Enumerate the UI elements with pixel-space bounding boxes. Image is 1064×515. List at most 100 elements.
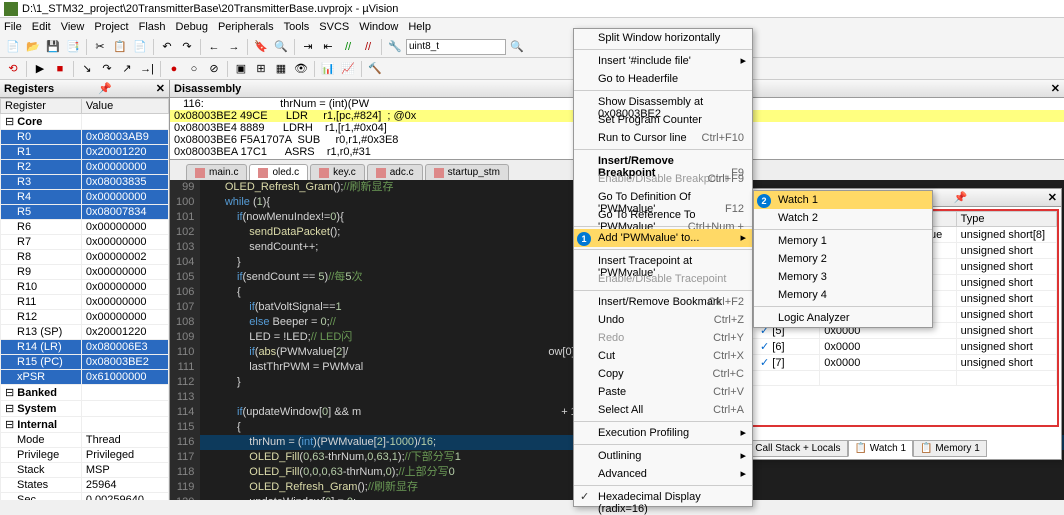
menu-item[interactable]: UndoCtrl+Z: [574, 311, 752, 329]
tab-adc-c[interactable]: adc.c: [367, 164, 423, 180]
registers-icon[interactable]: ⊞: [252, 60, 270, 78]
breakpoint-icon[interactable]: ●: [165, 60, 183, 78]
reg-name[interactable]: R3: [1, 175, 82, 190]
reg-name[interactable]: R13 (SP): [1, 325, 82, 340]
reg-name[interactable]: R1: [1, 145, 82, 160]
menu-project[interactable]: Project: [94, 21, 128, 33]
run-icon[interactable]: ▶: [31, 60, 49, 78]
paste-icon[interactable]: 📄: [131, 38, 149, 56]
nav-fwd-icon[interactable]: →: [225, 38, 243, 56]
pin-icon[interactable]: 📌: [98, 82, 112, 95]
menu-item[interactable]: Execution Profiling▸: [574, 424, 752, 442]
menu-flash[interactable]: Flash: [139, 21, 166, 33]
menu-debug[interactable]: Debug: [176, 21, 208, 33]
reg-name[interactable]: R8: [1, 250, 82, 265]
reg-name[interactable]: R4: [1, 190, 82, 205]
menu-item[interactable]: ✓Hexadecimal Display (radix=16): [574, 488, 752, 506]
reg-name[interactable]: R2: [1, 160, 82, 175]
run-to-cursor-icon[interactable]: →|: [138, 60, 156, 78]
reg-name[interactable]: R0: [1, 130, 82, 145]
menu-item[interactable]: Split Window horizontally: [574, 29, 752, 47]
menu-svcs[interactable]: SVCS: [319, 21, 349, 33]
step-over-icon[interactable]: ↷: [98, 60, 116, 78]
step-out-icon[interactable]: ↗: [118, 60, 136, 78]
window-icon[interactable]: ▣: [232, 60, 250, 78]
menu-item[interactable]: Insert/Remove BookmarkCtrl+F2: [574, 293, 752, 311]
menu-item[interactable]: PasteCtrl+V: [574, 383, 752, 401]
menu-item[interactable]: Insert '#include file'▸: [574, 52, 752, 70]
reg-name[interactable]: Mode: [1, 433, 82, 448]
copy-icon[interactable]: 📋: [111, 38, 129, 56]
redo-icon[interactable]: ↷: [178, 38, 196, 56]
menu-item[interactable]: RedoCtrl+Y: [574, 329, 752, 347]
menu-item[interactable]: Select AllCtrl+A: [574, 401, 752, 419]
menu-item[interactable]: Outlining▸: [574, 447, 752, 465]
debug-config-icon[interactable]: 🔧: [386, 38, 404, 56]
memory-icon[interactable]: ▦: [272, 60, 290, 78]
reg-name[interactable]: Privilege: [1, 448, 82, 463]
pin-icon[interactable]: 📌: [954, 191, 968, 204]
reg-name[interactable]: R6: [1, 220, 82, 235]
menu-item[interactable]: Run to Cursor lineCtrl+F10: [574, 129, 752, 147]
trace-icon[interactable]: 📈: [339, 60, 357, 78]
bookmark-icon[interactable]: 🔖: [252, 38, 270, 56]
menu-edit[interactable]: Edit: [32, 21, 51, 33]
menu-item[interactable]: Memory 2: [754, 250, 932, 268]
menu-item[interactable]: Go to Headerfile: [574, 70, 752, 88]
watch-icon[interactable]: 👁: [292, 60, 310, 78]
menu-item[interactable]: Memory 4: [754, 286, 932, 304]
save-all-icon[interactable]: 📑: [64, 38, 82, 56]
menu-item[interactable]: Memory 3: [754, 268, 932, 286]
reg-name[interactable]: R5: [1, 205, 82, 220]
reg-name[interactable]: R7: [1, 235, 82, 250]
reg-name[interactable]: States: [1, 478, 82, 493]
new-file-icon[interactable]: 📄: [4, 38, 22, 56]
menu-item[interactable]: Advanced▸: [574, 465, 752, 483]
analyzer-icon[interactable]: 📊: [319, 60, 337, 78]
uncomment-icon[interactable]: //: [359, 38, 377, 56]
comment-icon[interactable]: //: [339, 38, 357, 56]
tab-main-c[interactable]: main.c: [186, 164, 247, 180]
menu-tools[interactable]: Tools: [284, 21, 310, 33]
reg-name[interactable]: R15 (PC): [1, 355, 82, 370]
tab-key-c[interactable]: key.c: [310, 164, 365, 180]
menu-item[interactable]: Set Program Counter: [574, 111, 752, 129]
step-into-icon[interactable]: ↘: [78, 60, 96, 78]
cut-icon[interactable]: ✂: [91, 38, 109, 56]
menu-view[interactable]: View: [61, 21, 85, 33]
bp-enable-icon[interactable]: ○: [185, 60, 203, 78]
reg-name[interactable]: R12: [1, 310, 82, 325]
reg-group[interactable]: ⊟ System: [1, 401, 82, 417]
menu-item[interactable]: 1Add 'PWMvalue' to...▸: [574, 229, 752, 247]
menu-window[interactable]: Window: [359, 21, 398, 33]
reg-name[interactable]: Sec: [1, 493, 82, 501]
menu-item[interactable]: Go To Reference To 'PWMvalue'Ctrl+Num +: [574, 206, 752, 224]
menu-item[interactable]: Go To Definition Of 'PWMvalue'F12: [574, 188, 752, 206]
menu-item[interactable]: Enable/Disable Tracepoint: [574, 270, 752, 288]
menu-item[interactable]: Watch 2: [754, 209, 932, 227]
close-icon[interactable]: ✕: [156, 82, 165, 95]
tab-startup_stm[interactable]: startup_stm: [425, 164, 509, 180]
open-file-icon[interactable]: 📂: [24, 38, 42, 56]
menu-item[interactable]: Logic Analyzer: [754, 309, 932, 327]
reg-name[interactable]: xPSR: [1, 370, 82, 385]
bp-kill-icon[interactable]: ⊘: [205, 60, 223, 78]
search-input[interactable]: [406, 39, 506, 55]
reg-group[interactable]: ⊟ Internal: [1, 417, 82, 433]
nav-back-icon[interactable]: ←: [205, 38, 223, 56]
toolbox-icon[interactable]: 🔨: [366, 60, 384, 78]
menu-item[interactable]: Insert/Remove BreakpointF9: [574, 152, 752, 170]
watch-tab[interactable]: 📋 Memory 1: [913, 440, 987, 457]
reg-group[interactable]: ⊟ Banked: [1, 385, 82, 401]
menu-item[interactable]: CopyCtrl+C: [574, 365, 752, 383]
undo-icon[interactable]: ↶: [158, 38, 176, 56]
find-icon[interactable]: 🔍: [272, 38, 290, 56]
tab-oled-c[interactable]: oled.c: [249, 164, 308, 180]
menu-file[interactable]: File: [4, 21, 22, 33]
reg-name[interactable]: R9: [1, 265, 82, 280]
reg-group[interactable]: ⊟ Core: [1, 114, 82, 130]
menu-item[interactable]: Show Disassembly at 0x08003BE2: [574, 93, 752, 111]
menu-item[interactable]: CutCtrl+X: [574, 347, 752, 365]
save-icon[interactable]: 💾: [44, 38, 62, 56]
outdent-icon[interactable]: ⇤: [319, 38, 337, 56]
